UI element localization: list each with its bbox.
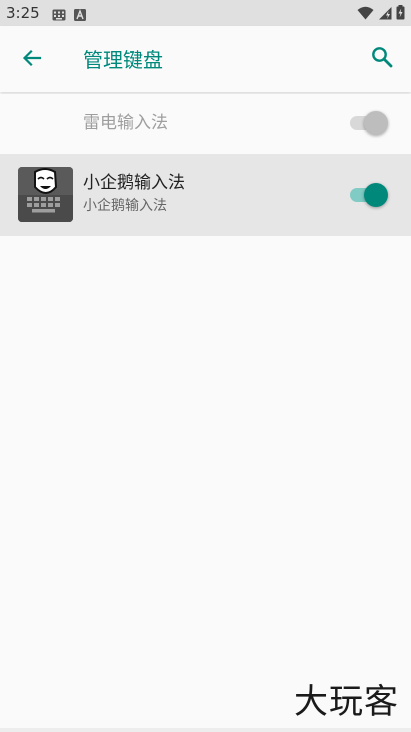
keyboard-title: 雷电输入法: [83, 113, 168, 133]
app-bar: 管理键盘: [0, 26, 411, 92]
keyboard-icon: [52, 6, 66, 25]
switch-thumb: [364, 183, 388, 207]
status-bar: 3:25: [0, 0, 411, 26]
search-button[interactable]: [367, 44, 397, 74]
arrow-back-icon: [22, 48, 42, 72]
status-left-icons: [52, 6, 86, 25]
keyboard-row-leidian[interactable]: 雷电输入法: [0, 94, 411, 154]
signal-icon: [378, 5, 392, 24]
status-time: 3:25: [6, 4, 40, 22]
wifi-icon: [357, 5, 374, 24]
status-right-icons: [357, 5, 405, 24]
keyboard-toggle-on[interactable]: [350, 183, 388, 207]
penguin-keyboard-app-icon: [18, 167, 73, 222]
keyboard-title: 小企鹅输入法: [83, 173, 185, 193]
watermark-logo: 大玩客: [294, 682, 399, 722]
page-title: 管理键盘: [83, 48, 163, 72]
keyboard-summary: 小企鹅输入法: [83, 198, 167, 214]
keyboard-toggle-off[interactable]: [350, 111, 388, 135]
back-button[interactable]: [18, 46, 46, 74]
battery-icon: [396, 5, 405, 24]
switch-thumb: [364, 111, 388, 135]
text-a-icon: [74, 6, 86, 25]
bottom-edge: [0, 728, 411, 732]
keyboard-row-fcitx[interactable]: 小企鹅输入法 小企鹅输入法: [0, 154, 411, 236]
search-icon: [371, 46, 393, 72]
